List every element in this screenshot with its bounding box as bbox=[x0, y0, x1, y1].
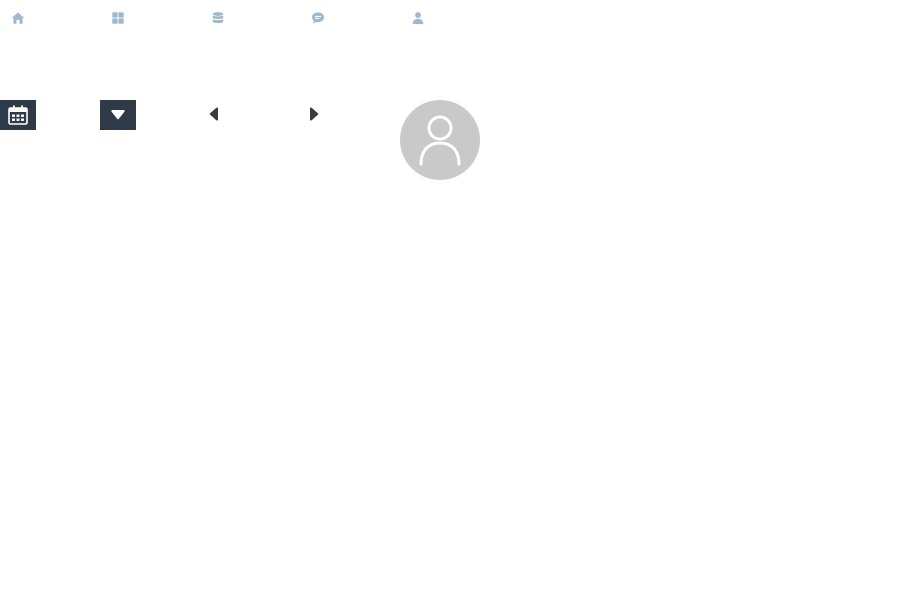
page bbox=[0, 0, 900, 600]
user-icon[interactable] bbox=[410, 10, 426, 26]
dropdown-button[interactable] bbox=[100, 100, 136, 130]
database-icon[interactable] bbox=[210, 10, 226, 26]
chat-icon[interactable] bbox=[310, 10, 326, 26]
home-icon[interactable] bbox=[10, 10, 26, 26]
caret-left-icon bbox=[208, 107, 220, 121]
caret-right-icon bbox=[308, 107, 320, 121]
calendar-button[interactable] bbox=[0, 100, 36, 130]
next-button[interactable] bbox=[306, 106, 322, 122]
avatar bbox=[400, 100, 480, 180]
prev-button[interactable] bbox=[206, 106, 222, 122]
calendar-icon bbox=[7, 104, 29, 126]
dashboard-icon[interactable] bbox=[110, 10, 126, 26]
caret-down-icon bbox=[110, 108, 126, 122]
user-outline-icon bbox=[418, 114, 462, 166]
